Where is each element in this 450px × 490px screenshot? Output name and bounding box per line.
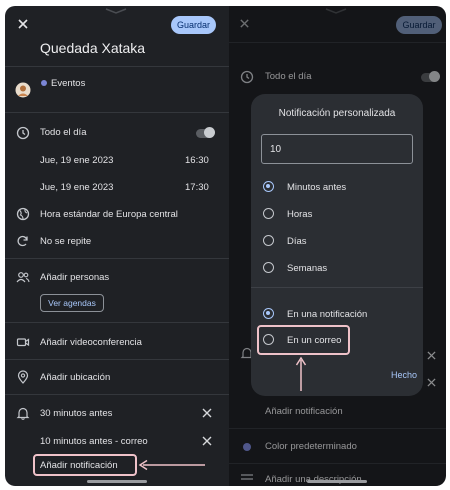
start-time[interactable]: 16:30 [185, 155, 209, 166]
unit-radio-weeks[interactable] [263, 262, 274, 273]
divider [5, 66, 229, 67]
unit-label: Semanas [287, 263, 328, 274]
remove-notification-icon[interactable] [202, 436, 212, 446]
timezone[interactable]: Hora estándar de Europa central [40, 209, 178, 220]
divider [5, 322, 229, 323]
unit-label: Minutos antes [287, 182, 347, 193]
home-indicator [87, 480, 147, 483]
home-indicator [307, 480, 367, 483]
start-date[interactable]: Jue, 19 ene 2023 [40, 155, 113, 166]
screenshot-frame: Guardar Quedada Xataka Eventos Todo el d… [5, 2, 446, 486]
notification-item[interactable]: 30 minutos antes [40, 408, 112, 419]
view-calendars-button[interactable]: Ver agendas [40, 294, 104, 312]
arrow-up-icon [295, 356, 307, 391]
calendar-name[interactable]: Eventos [51, 78, 85, 89]
bell-icon [16, 406, 30, 420]
all-day-label: Todo el día [40, 127, 87, 138]
method-label: En un correo [287, 335, 342, 346]
unit-label: Horas [287, 209, 313, 220]
unit-radio-hours[interactable] [263, 208, 274, 219]
video-icon [16, 335, 30, 349]
unit-radio-days[interactable] [263, 235, 274, 246]
unit-label: Días [287, 236, 307, 247]
custom-notification-dialog: Notificación personalizada 10 Minutos an… [251, 94, 423, 396]
method-label: En una notificación [287, 309, 368, 320]
event-title[interactable]: Quedada Xataka [40, 40, 145, 56]
event-editor-screen: Guardar Quedada Xataka Eventos Todo el d… [5, 6, 229, 486]
location-pin-icon [16, 370, 30, 384]
close-icon[interactable] [17, 18, 29, 30]
globe-icon [16, 207, 30, 221]
arrow-left-icon [138, 459, 205, 471]
all-day-toggle[interactable] [196, 127, 215, 138]
done-button[interactable]: Hecho [391, 370, 417, 380]
method-radio-email[interactable] [263, 334, 274, 345]
end-date[interactable]: Jue, 19 ene 2023 [40, 182, 113, 193]
add-people[interactable]: Añadir personas [40, 272, 109, 283]
divider [5, 394, 229, 395]
repeat-icon [16, 234, 30, 248]
unit-radio-minutes[interactable] [263, 181, 274, 192]
notification-dialog-screen: Guardar Todo el día Añadir notificación … [229, 6, 446, 486]
divider [5, 258, 229, 259]
amount-input[interactable]: 10 [261, 134, 413, 164]
add-notification[interactable]: Añadir notificación [40, 460, 118, 471]
add-videoconference[interactable]: Añadir videoconferencia [40, 337, 142, 348]
notification-item[interactable]: 10 minutos antes - correo [40, 436, 148, 447]
dialog-title: Notificación personalizada [278, 108, 396, 119]
notch-icon [105, 8, 127, 14]
repeat-setting[interactable]: No se repite [40, 236, 91, 247]
method-radio-notification[interactable] [263, 308, 274, 319]
add-location[interactable]: Añadir ubicación [40, 372, 110, 383]
avatar [15, 82, 31, 98]
people-icon [16, 270, 30, 284]
remove-notification-icon[interactable] [202, 408, 212, 418]
divider [5, 359, 229, 360]
divider [251, 287, 423, 288]
clock-icon [16, 126, 30, 140]
calendar-color-dot [41, 80, 47, 86]
save-button[interactable]: Guardar [171, 16, 216, 34]
end-time[interactable]: 17:30 [185, 182, 209, 193]
divider [5, 112, 229, 113]
